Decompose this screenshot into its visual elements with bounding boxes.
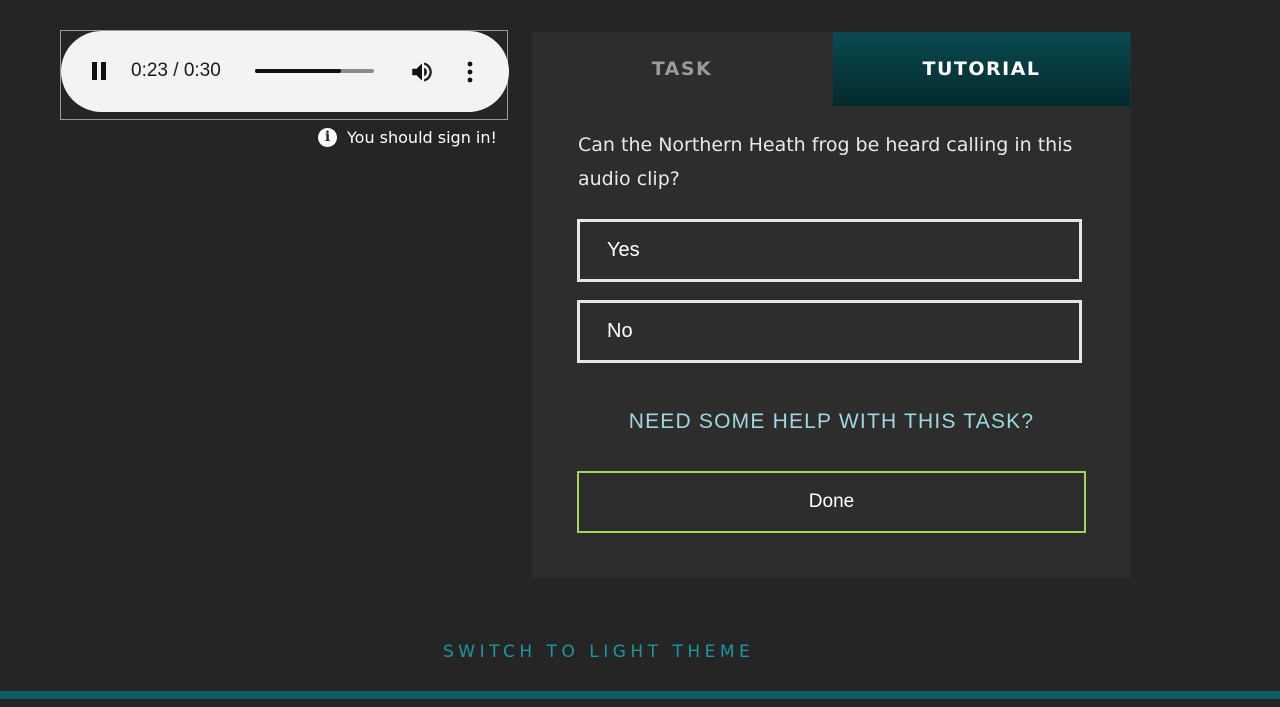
pause-icon[interactable] <box>91 62 109 82</box>
bottom-accent-bar <box>0 691 1280 699</box>
switch-theme-link[interactable]: SWITCH TO LIGHT THEME <box>443 642 754 662</box>
audio-progress-slider[interactable] <box>255 69 374 73</box>
answer-yes-label: Yes <box>607 239 640 261</box>
answer-no-label: No <box>607 320 633 342</box>
task-help-link[interactable]: NEED SOME HELP WITH THIS TASK? <box>532 410 1131 434</box>
info-icon: i <box>318 128 337 147</box>
answer-yes-button[interactable]: Yes <box>577 219 1082 282</box>
classify-page: 0:23 / 0:30 i You should sign in! TASK T… <box>0 0 1280 707</box>
panel-tabs: TASK TUTORIAL <box>532 32 1131 106</box>
answer-no-button[interactable]: No <box>577 300 1082 363</box>
volume-icon[interactable] <box>409 59 435 85</box>
tab-task[interactable]: TASK <box>532 32 832 106</box>
tab-tutorial[interactable]: TUTORIAL <box>833 32 1130 106</box>
sign-in-notice: i You should sign in! <box>318 128 497 147</box>
audio-time-display: 0:23 / 0:30 <box>131 60 221 81</box>
task-panel: TASK TUTORIAL Can the Northern Heath fro… <box>532 32 1131 578</box>
done-button[interactable]: Done <box>577 471 1086 533</box>
sign-in-text: You should sign in! <box>347 128 497 147</box>
task-question: Can the Northern Heath frog be heard cal… <box>578 134 1073 190</box>
audio-progress-fill <box>255 69 341 73</box>
more-options-icon[interactable] <box>460 60 480 84</box>
